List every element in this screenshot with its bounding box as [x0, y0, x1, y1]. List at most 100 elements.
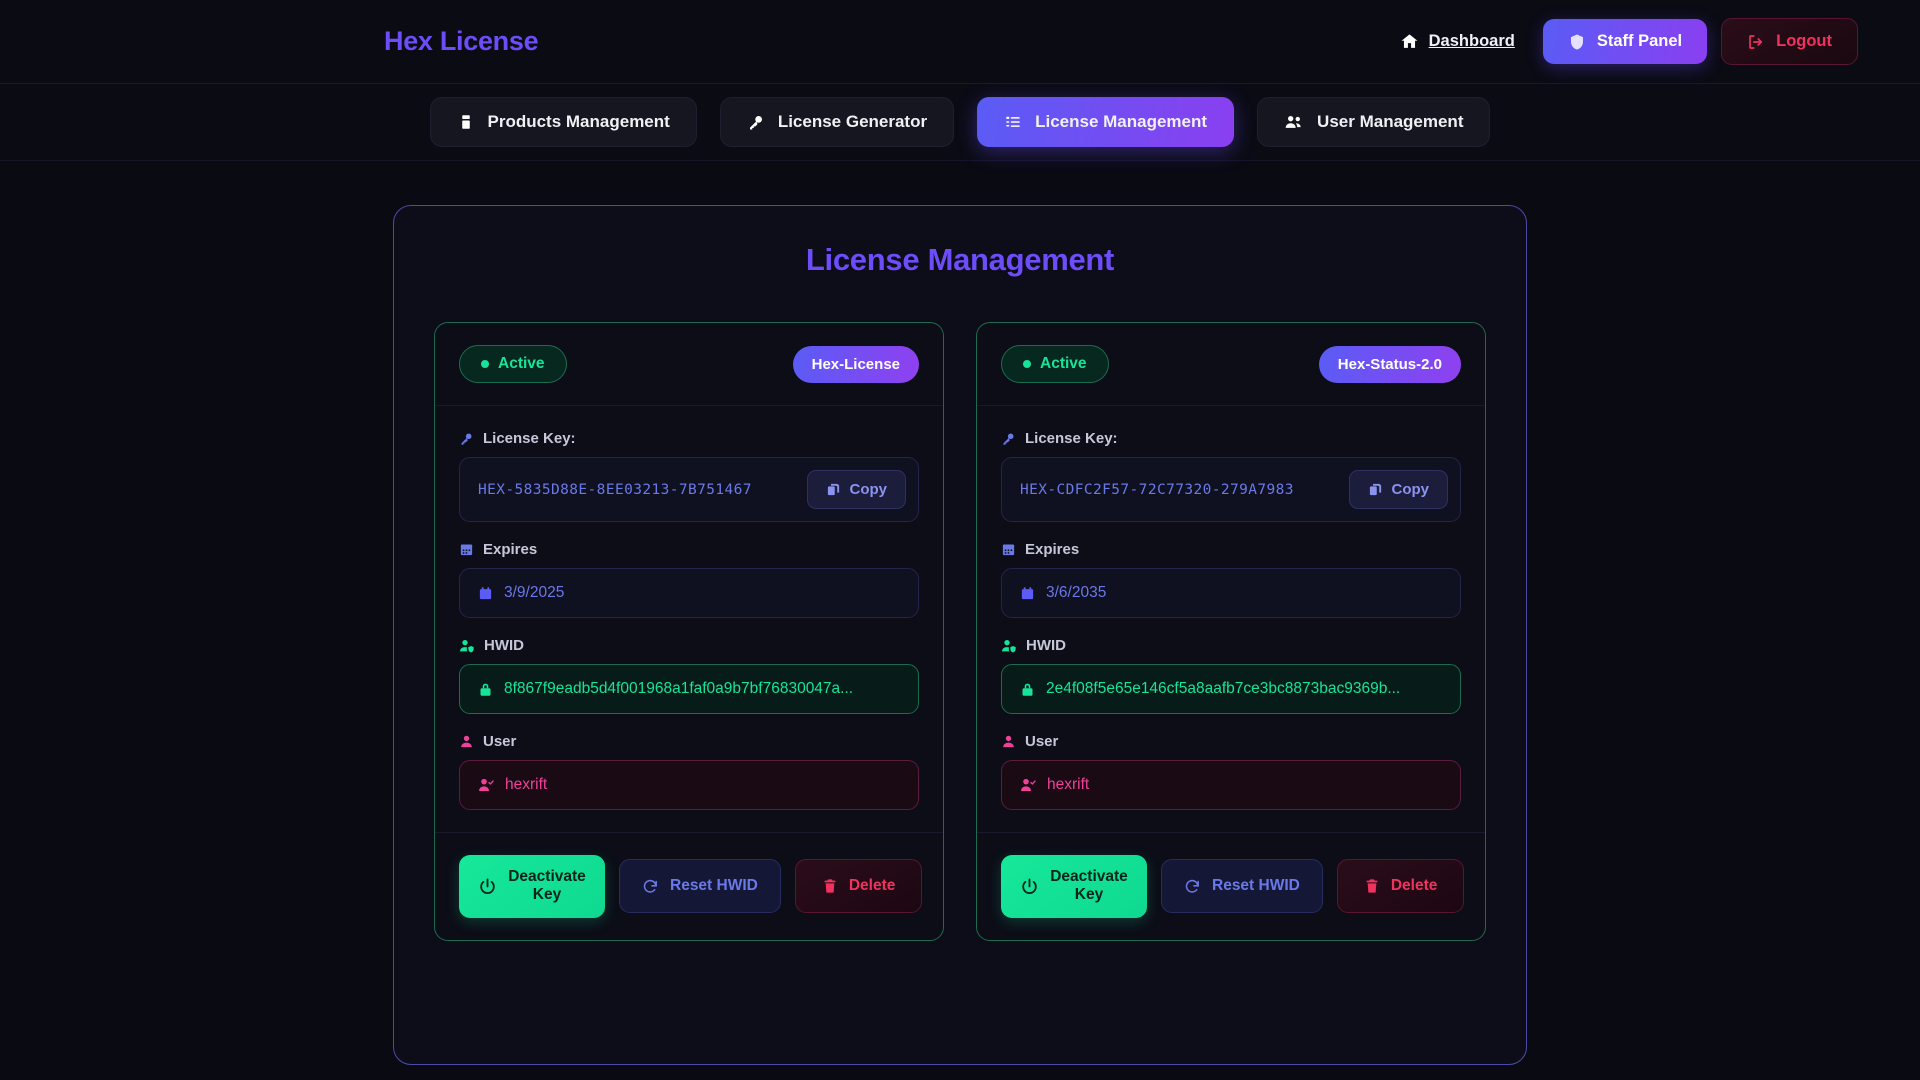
expires-value-box: 3/6/2035 [1001, 568, 1461, 618]
reset-hwid-label: Reset HWID [1212, 877, 1300, 895]
hwid-field: HWID 2e4f08f5e65e146cf5a8aafb7ce3bc8873b… [1001, 637, 1461, 714]
hwid-value-box: 2e4f08f5e65e146cf5a8aafb7ce3bc8873bac936… [1001, 664, 1461, 714]
expires-value-box: 3/9/2025 [459, 568, 919, 618]
tab-products-management-label: Products Management [487, 112, 670, 131]
calendar-icon [478, 586, 493, 601]
users-icon [1284, 112, 1304, 132]
license-card: Active Hex-License License Key: HEX-5835… [434, 322, 944, 941]
tab-user-management[interactable]: User Management [1257, 97, 1491, 147]
reset-hwid-button[interactable]: Reset HWID [1161, 859, 1323, 914]
refresh-icon [1184, 878, 1201, 895]
nav-dashboard[interactable]: Dashboard [1386, 24, 1529, 59]
user-check-icon [1020, 777, 1036, 793]
home-icon [1400, 32, 1419, 51]
license-key-label: License Key: [1025, 430, 1118, 447]
expires-label: Expires [1025, 541, 1080, 558]
header-actions: Dashboard Staff Panel Logout [1386, 18, 1890, 65]
hwid-value: 8f867f9eadb5d4f001968a1faf0a9b7bf7683004… [504, 680, 854, 697]
user-icon [1001, 734, 1016, 749]
calendar-icon [1001, 542, 1016, 557]
key-icon [1001, 431, 1016, 446]
license-key-label-row: License Key: [1001, 430, 1461, 447]
user-label: User [1025, 733, 1059, 750]
brand-logo[interactable]: Hex License [384, 26, 539, 57]
reset-hwid-button[interactable]: Reset HWID [619, 859, 781, 914]
delete-label: Delete [1390, 877, 1438, 895]
hwid-field: HWID 8f867f9eadb5d4f001968a1faf0a9b7bf76… [459, 637, 919, 714]
status-badge-label: Active [498, 355, 545, 372]
tab-license-management[interactable]: License Management [977, 97, 1235, 147]
expires-value: 3/9/2025 [504, 584, 565, 601]
calendar-icon [459, 542, 474, 557]
deactivate-key-button[interactable]: Deactivate Key [459, 855, 605, 918]
staff-panel-button[interactable]: Staff Panel [1542, 19, 1708, 64]
product-badge: Hex-License [792, 345, 919, 383]
top-header: Hex License Dashboard Staff Panel Logout [0, 0, 1920, 84]
license-management-panel: License Management Active Hex-License Li… [393, 205, 1527, 1065]
expires-label-row: Expires [459, 541, 919, 558]
license-card-header: Active Hex-License [435, 323, 943, 406]
hwid-label: HWID [1026, 637, 1066, 654]
license-key-field: License Key: HEX-5835D88E-8EE03213-7B751… [459, 430, 919, 522]
calendar-icon [1020, 586, 1035, 601]
license-key-value-box: HEX-CDFC2F57-72C77320-279A7983 Copy [1001, 457, 1461, 522]
trash-icon [822, 878, 838, 894]
user-value-box: hexrift [1001, 760, 1461, 810]
nav-dashboard-label: Dashboard [1428, 32, 1515, 50]
refresh-icon [642, 878, 659, 895]
tab-license-management-label: License Management [1035, 112, 1208, 131]
page-body: License Management Active Hex-License Li… [0, 161, 1920, 1080]
license-key-field: License Key: HEX-CDFC2F57-72C77320-279A7… [1001, 430, 1461, 522]
expires-label: Expires [483, 541, 538, 558]
package-icon [457, 113, 475, 131]
tab-license-generator[interactable]: License Generator [719, 97, 955, 147]
copy-button-label: Copy [849, 481, 888, 498]
product-badge: Hex-Status-2.0 [1318, 345, 1461, 383]
user-field: User hexrift [1001, 733, 1461, 810]
license-card-body: License Key: HEX-CDFC2F57-72C77320-279A7… [977, 406, 1485, 833]
delete-button[interactable]: Delete [794, 859, 923, 914]
logout-button[interactable]: Logout [1721, 18, 1858, 65]
user-value: hexrift [1047, 776, 1090, 793]
tab-products-management[interactable]: Products Management [429, 97, 697, 147]
user-label-row: User [1001, 733, 1461, 750]
hwid-label-row: HWID [1001, 637, 1461, 654]
expires-field: Expires 3/6/2035 [1001, 541, 1461, 618]
staff-panel-label: Staff Panel [1596, 32, 1683, 50]
status-badge: Active [459, 345, 567, 383]
power-icon [478, 877, 497, 896]
license-key-value-box: HEX-5835D88E-8EE03213-7B751467 Copy [459, 457, 919, 522]
delete-button[interactable]: Delete [1336, 859, 1465, 914]
page-title: License Management [805, 242, 1115, 277]
deactivate-key-button[interactable]: Deactivate Key [1001, 855, 1147, 918]
status-badge-label: Active [1040, 355, 1087, 372]
reset-hwid-label: Reset HWID [670, 877, 758, 895]
status-dot-icon [1023, 360, 1031, 368]
shield-icon [1568, 33, 1586, 51]
hwid-value: 2e4f08f5e65e146cf5a8aafb7ce3bc8873bac936… [1046, 680, 1401, 697]
license-card-actions: Deactivate Key Reset HWID Delete [435, 833, 943, 940]
expires-field: Expires 3/9/2025 [459, 541, 919, 618]
copy-icon [826, 482, 841, 497]
main-tab-bar: Products Management License Generator Li… [0, 84, 1920, 161]
license-key-value: HEX-5835D88E-8EE03213-7B751467 [478, 481, 752, 498]
user-shield-icon [459, 638, 475, 654]
user-label: User [483, 733, 517, 750]
logout-icon [1747, 33, 1765, 51]
key-icon [747, 113, 765, 131]
license-card-grid: Active Hex-License License Key: HEX-5835… [434, 322, 1486, 941]
user-label-row: User [459, 733, 919, 750]
trash-icon [1364, 878, 1380, 894]
license-card-header: Active Hex-Status-2.0 [977, 323, 1485, 406]
key-icon [459, 431, 474, 446]
deactivate-key-label: Deactivate Key [508, 868, 586, 904]
expires-value: 3/6/2035 [1046, 584, 1107, 601]
status-badge: Active [1001, 345, 1109, 383]
license-card-body: License Key: HEX-5835D88E-8EE03213-7B751… [435, 406, 943, 833]
power-icon [1020, 877, 1039, 896]
tab-license-generator-label: License Generator [777, 112, 928, 131]
license-key-value: HEX-CDFC2F57-72C77320-279A7983 [1020, 481, 1294, 498]
delete-label: Delete [848, 877, 896, 895]
copy-button[interactable]: Copy [1348, 470, 1448, 509]
copy-button[interactable]: Copy [806, 470, 906, 509]
